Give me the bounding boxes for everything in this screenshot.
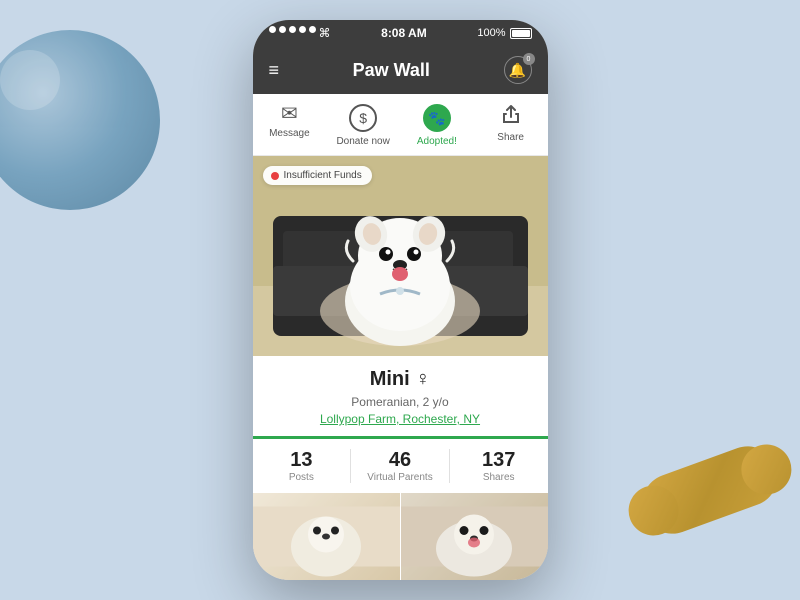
share-icon [501,104,521,128]
action-adopted[interactable]: 🐾 Adopted! [400,94,474,155]
signal-dot-5 [309,26,316,33]
shares-count: 137 [450,449,548,472]
posts-count: 13 [253,449,351,472]
message-icon: ✉ [281,104,298,124]
notification-badge: 0 [523,53,535,65]
action-share[interactable]: Share [474,94,548,155]
signal-dot-1 [269,26,276,33]
stats-bar: 13 Posts 46 Virtual Parents 137 Shares [253,436,548,493]
action-bar: ✉ Message $ Donate now 🐾 Adopted! Share [253,94,548,156]
status-bar: ⌘ 8:08 AM 100% [253,20,548,46]
stat-virtual-parents: 46 Virtual Parents [351,449,449,483]
pet-location[interactable]: Lollypop Farm, Rochester, NY [269,412,532,426]
pet-image-container: Insufficient Funds [253,156,548,356]
battery-area: 100% [477,27,531,39]
app-title: Paw Wall [353,60,430,81]
virtual-parents-count: 46 [351,449,449,472]
signal-dot-4 [299,26,306,33]
battery-percent: 100% [477,27,505,39]
donate-icon: $ [349,104,377,132]
signal-dot-3 [289,26,296,33]
action-donate-label: Donate now [336,136,389,147]
adopted-icon: 🐾 [423,104,451,132]
funds-label: Insufficient Funds [284,170,362,181]
action-adopted-label: Adopted! [417,136,457,147]
photo-thumb-2[interactable] [401,493,548,580]
signal-dots: ⌘ [269,26,331,40]
app-header: ≡ Paw Wall 🔔 0 [253,46,548,94]
phone-frame: ⌘ 8:08 AM 100% ≡ Paw Wall 🔔 0 ✉ Message … [253,20,548,580]
pet-name: Mini ♀ [269,368,532,391]
pet-breed: Pomeranian, 2 y/o [269,395,532,409]
wifi-icon: ⌘ [319,26,331,40]
status-time: 8:08 AM [381,26,427,40]
signal-dot-2 [279,26,286,33]
pet-info: Mini ♀ Pomeranian, 2 y/o Lollypop Farm, … [253,356,548,436]
shares-label: Shares [450,472,548,483]
bg-toy-left [0,30,160,210]
posts-label: Posts [253,472,351,483]
battery-fill [512,30,530,37]
photo-grid [253,493,548,580]
battery-icon [510,28,532,39]
action-donate[interactable]: $ Donate now [326,94,400,155]
action-share-label: Share [497,132,524,143]
stat-posts: 13 Posts [253,449,351,483]
menu-icon[interactable]: ≡ [269,60,280,81]
photo-thumb-1[interactable] [253,493,401,580]
action-message[interactable]: ✉ Message [253,94,327,155]
notification-bell[interactable]: 🔔 0 [504,56,532,84]
funds-dot [271,172,279,180]
virtual-parents-label: Virtual Parents [351,472,449,483]
action-message-label: Message [269,128,310,139]
insufficient-funds-badge: Insufficient Funds [263,166,372,185]
bg-bone-right [634,438,786,542]
stat-shares: 137 Shares [450,449,548,483]
